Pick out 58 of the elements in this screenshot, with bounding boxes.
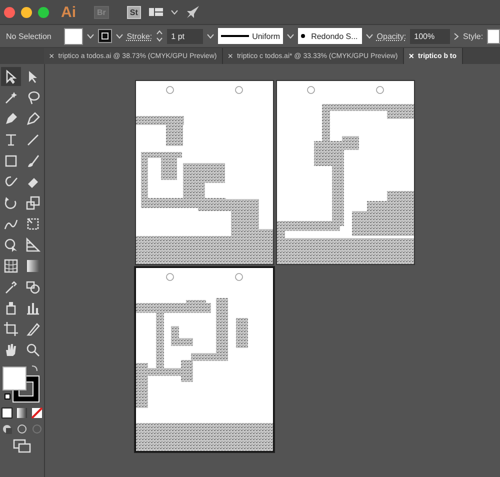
stock-button[interactable]: St [126, 6, 141, 18]
free-transform-icon[interactable] [25, 216, 41, 232]
none-swatch-icon[interactable] [31, 407, 43, 419]
close-button[interactable]: × [49, 51, 54, 61]
search-icon[interactable] [25, 342, 41, 358]
stroke-label: Stroke: [126, 32, 152, 40]
chevron-right-icon[interactable] [454, 32, 460, 40]
app-logo: Ai [61, 4, 76, 20]
rocket-icon[interactable] [186, 6, 200, 18]
close-button[interactable]: × [228, 51, 233, 61]
brush-dropdown[interactable]: Redondo S... [298, 28, 362, 44]
stroke-weight-field[interactable]: 1 pt [167, 28, 204, 44]
close-button[interactable]: × [408, 51, 414, 61]
caret-icon[interactable] [86, 34, 94, 38]
eyedropper-icon[interactable] [3, 278, 19, 294]
window-control-button[interactable] [21, 6, 32, 18]
screen-mode-icon[interactable] [13, 439, 31, 453]
caret-icon[interactable] [116, 34, 123, 38]
curvature-pen-icon[interactable] [25, 110, 41, 126]
color-icon[interactable] [1, 407, 13, 419]
pen-icon[interactable] [3, 110, 19, 126]
gradient-swatch-icon[interactable] [16, 407, 28, 419]
hole-marker-icon [166, 273, 174, 281]
window-control-button[interactable] [4, 6, 15, 18]
stroke-profile-dropdown[interactable]: Uniform [218, 28, 284, 44]
caret-icon[interactable] [170, 10, 178, 14]
perspective-grid-icon[interactable] [25, 236, 41, 252]
style-swatch[interactable] [487, 28, 500, 44]
fill-stroke-icon[interactable] [2, 363, 42, 403]
mesh-icon[interactable] [3, 258, 19, 274]
hole-marker-icon [235, 273, 243, 281]
rectangle-icon[interactable] [3, 152, 19, 168]
hand-icon[interactable] [3, 342, 19, 358]
blend-icon[interactable] [25, 278, 41, 294]
opacity-label: Opacity: [376, 32, 406, 40]
selection-status: No Selection [6, 32, 52, 40]
opacity-field[interactable]: 100% [410, 28, 450, 44]
style-label: Style: [463, 32, 484, 40]
spinner-icon[interactable] [156, 30, 164, 42]
caret-icon[interactable] [207, 34, 214, 38]
hole-marker-icon [166, 86, 174, 94]
line-segment-icon[interactable] [25, 132, 41, 148]
hole-marker-icon [307, 86, 315, 94]
type-icon[interactable] [3, 132, 19, 148]
rotate-icon[interactable] [3, 194, 19, 210]
magic-wand-icon[interactable] [3, 90, 19, 106]
caret-icon[interactable] [287, 34, 294, 38]
fill-swatch[interactable] [64, 28, 83, 44]
stroke-swatch-icon[interactable] [98, 29, 112, 43]
hole-marker-icon [235, 86, 243, 94]
window-control-button[interactable] [38, 6, 49, 18]
paintbrush-icon[interactable] [25, 152, 41, 168]
slice-icon[interactable] [25, 320, 41, 336]
hole-marker-icon [376, 86, 384, 94]
scale-icon[interactable] [25, 194, 41, 210]
gradient-icon[interactable] [25, 258, 41, 274]
caret-icon[interactable] [366, 34, 373, 38]
workspace-layout-icon[interactable] [148, 7, 163, 17]
